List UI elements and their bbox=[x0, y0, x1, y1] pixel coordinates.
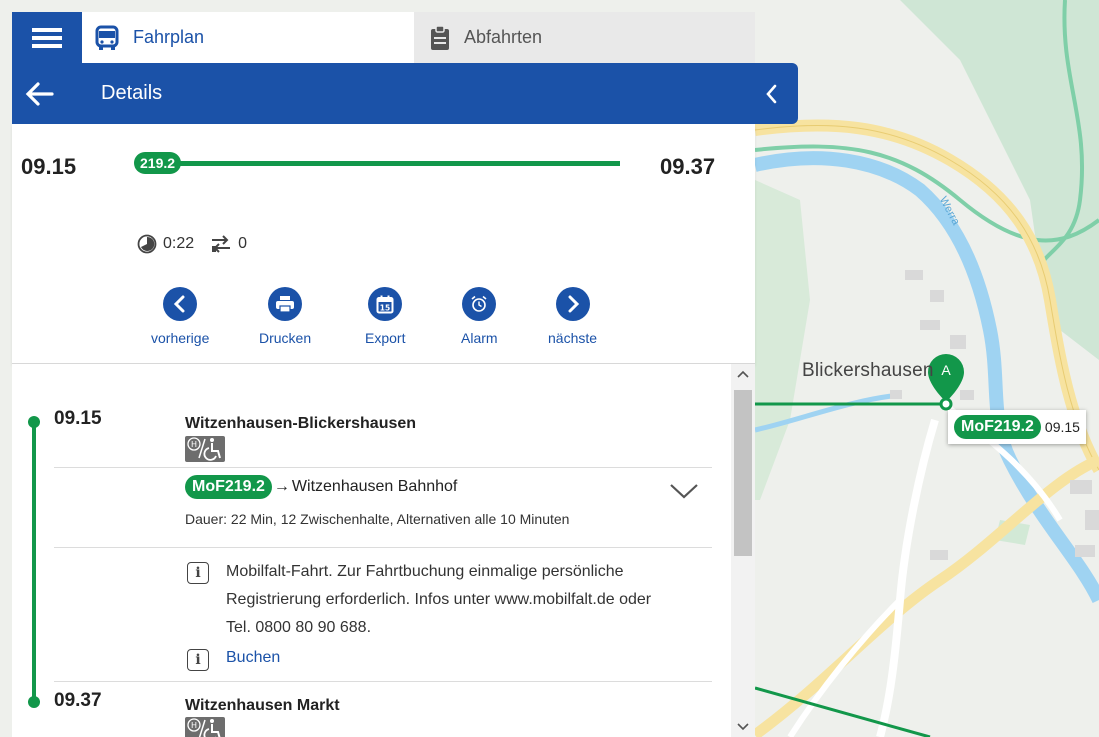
leg-line-row[interactable]: MoF219.2 → Witzenhausen Bahnhof bbox=[185, 475, 457, 499]
chevron-left-icon bbox=[174, 295, 185, 313]
timeline-start-dot bbox=[28, 416, 40, 428]
print-label: Drucken bbox=[259, 330, 312, 346]
leg-arrow: → bbox=[273, 478, 290, 495]
chevron-up-icon bbox=[737, 370, 749, 378]
next-label: nächste bbox=[548, 330, 598, 346]
clipboard-icon bbox=[430, 24, 450, 51]
leg-destination: Witzenhausen Bahnhof bbox=[291, 478, 458, 495]
start-stop-name[interactable]: Witzenhausen-Blickershausen bbox=[185, 415, 416, 433]
info-icon: i bbox=[187, 649, 209, 671]
leg-line-badge: MoF219.2 bbox=[185, 475, 272, 499]
journey-summary: 09.15 219.2 09.37 0:22 0 vorherige Druck… bbox=[12, 124, 755, 364]
info-note: i Mobilfalt-Fahrt. Zur Fahrtbuchung einm… bbox=[187, 562, 666, 642]
export-button[interactable]: 15 Export bbox=[365, 287, 405, 346]
tab-fahrplan[interactable]: Fahrplan bbox=[82, 12, 414, 63]
next-button[interactable]: nächste bbox=[548, 287, 597, 346]
route-details-panel: Fahrplan Abfahrten Details 09.15 219.2 0… bbox=[12, 12, 798, 737]
summary-arrival-time: 09.37 bbox=[660, 154, 716, 179]
tab-abfahrten[interactable]: Abfahrten bbox=[414, 12, 755, 63]
bus-icon bbox=[95, 25, 119, 51]
chevron-down-icon bbox=[670, 484, 698, 499]
timeline-line bbox=[32, 422, 36, 704]
chevron-right-icon bbox=[568, 295, 579, 313]
tab-bar: Fahrplan Abfahrten bbox=[12, 12, 755, 63]
svg-text:H: H bbox=[191, 440, 197, 449]
alarm-label: Alarm bbox=[461, 330, 498, 346]
info-icon: i bbox=[187, 562, 209, 584]
print-button[interactable]: Drucken bbox=[259, 287, 311, 346]
alarm-clock-icon bbox=[471, 295, 487, 312]
journey-stats: 0:22 0 bbox=[137, 234, 247, 254]
info-note-text: Mobilfalt-Fahrt. Zur Fahrtbuchung einmal… bbox=[226, 563, 652, 636]
chevron-left-icon bbox=[766, 84, 777, 104]
summary-line-badge: 219.2 bbox=[134, 152, 182, 174]
line-track-bar bbox=[152, 161, 620, 166]
scroll-down-button[interactable] bbox=[731, 717, 755, 737]
scrollbar-thumb[interactable] bbox=[734, 390, 752, 556]
action-toolbar: vorherige Drucken 15 Export Alarm nächst… bbox=[12, 287, 712, 357]
callout-line-badge: MoF219.2 bbox=[954, 415, 1041, 439]
divider bbox=[54, 681, 712, 682]
collapse-panel-button[interactable] bbox=[760, 81, 784, 107]
wheelchair-accessible-icon: H bbox=[185, 436, 225, 462]
end-stop-name[interactable]: Witzenhausen Markt bbox=[185, 697, 340, 715]
book-link[interactable]: Buchen bbox=[226, 649, 280, 671]
transfer-icon bbox=[210, 235, 232, 253]
booking-row: i Buchen bbox=[187, 649, 280, 671]
local-road bbox=[876, 418, 939, 737]
printer-icon bbox=[276, 296, 295, 313]
svg-text:15: 15 bbox=[380, 303, 390, 312]
place-label-blickershausen: Blickershausen bbox=[802, 360, 934, 381]
timeline-end-dot bbox=[28, 696, 40, 708]
calendar-icon: 15 bbox=[376, 295, 394, 313]
callout-time: 09.15 bbox=[1044, 419, 1080, 435]
scroll-up-button[interactable] bbox=[731, 364, 755, 384]
divider bbox=[54, 547, 712, 548]
wheelchair-accessible-icon: H bbox=[185, 717, 225, 737]
divider bbox=[54, 467, 712, 468]
map-departure-callout[interactable]: MoF219.2 09.15 bbox=[948, 410, 1086, 444]
expand-leg-button[interactable] bbox=[669, 482, 699, 505]
details-scrollbar[interactable] bbox=[731, 364, 755, 737]
tab-fahrplan-label: Fahrplan bbox=[133, 27, 205, 47]
tab-abfahrten-label: Abfahrten bbox=[464, 27, 543, 47]
transfers-value: 0 bbox=[238, 235, 248, 252]
chevron-down-icon bbox=[737, 723, 749, 731]
hamburger-menu-icon bbox=[32, 27, 62, 48]
end-stop-time: 09.37 bbox=[54, 690, 102, 711]
summary-departure-time: 09.15 bbox=[21, 154, 77, 179]
arrow-left-icon bbox=[25, 82, 54, 106]
alarm-button[interactable]: Alarm bbox=[461, 287, 498, 346]
leg-duration-text: Dauer: 22 Min, 12 Zwischenhalte, Alterna… bbox=[185, 511, 570, 527]
duration-value: 0:22 bbox=[163, 235, 195, 252]
page-title: Details bbox=[101, 82, 163, 104]
back-button[interactable] bbox=[24, 79, 54, 109]
previous-label: vorherige bbox=[151, 330, 210, 346]
start-stop-time: 09.15 bbox=[54, 408, 102, 429]
export-label: Export bbox=[365, 330, 406, 346]
marker-label: A bbox=[941, 362, 951, 378]
previous-button[interactable]: vorherige bbox=[151, 287, 209, 346]
journey-details: 09.15 Witzenhausen-Blickershausen H MoF2… bbox=[12, 364, 755, 737]
duration-clock-icon bbox=[137, 234, 157, 254]
svg-text:H: H bbox=[191, 721, 197, 730]
menu-button[interactable] bbox=[12, 12, 82, 63]
details-header: Details bbox=[12, 63, 798, 124]
